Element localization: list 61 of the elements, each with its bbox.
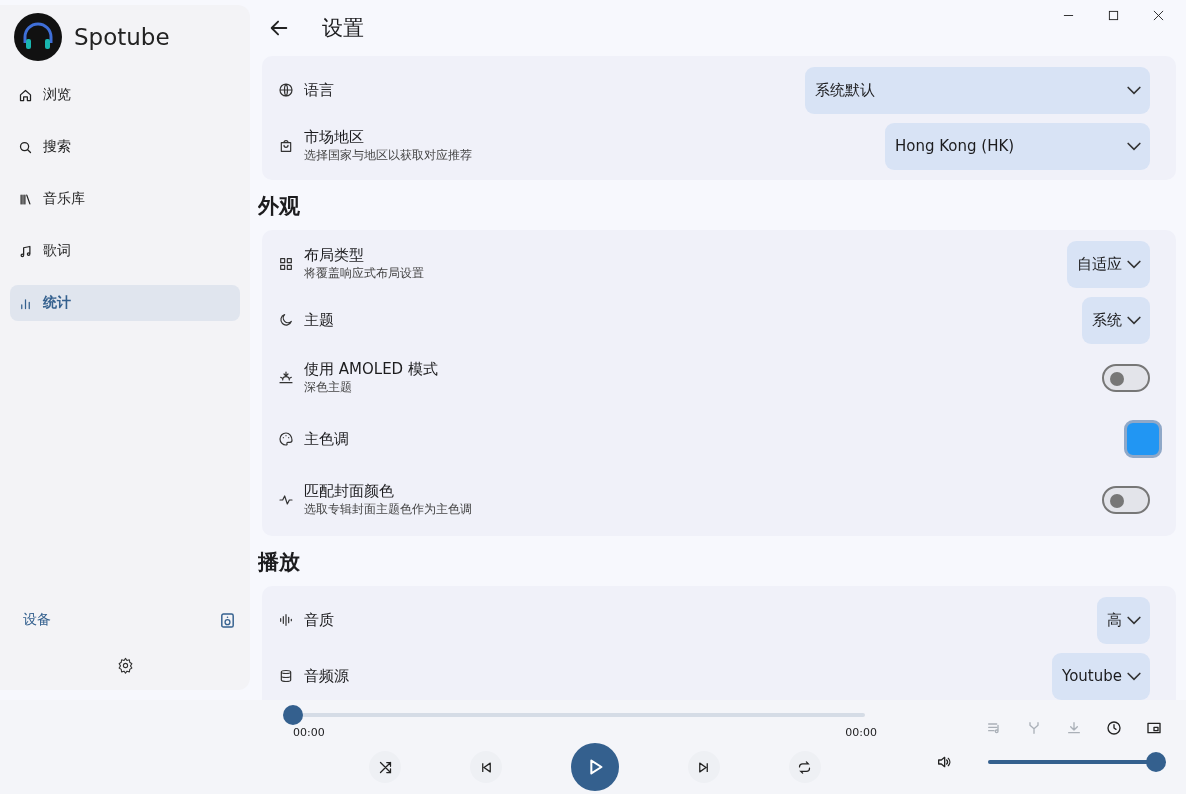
dropdown[interactable]: 系统默认 <box>805 66 1150 114</box>
app-name: Spotube <box>74 24 170 50</box>
setting-label: 音频源 <box>304 666 350 686</box>
play-button[interactable] <box>571 743 619 791</box>
elapsed-time: 00:00 <box>293 726 325 739</box>
setting-description: 选择国家与地区以获取对应推荐 <box>304 147 473 164</box>
dropdown[interactable]: Youtube <box>1052 652 1150 700</box>
palette-icon <box>278 431 294 447</box>
speaker-icon[interactable] <box>221 612 234 628</box>
setting-label: 主色调 <box>304 429 350 449</box>
setting-label: 市场地区 <box>304 128 365 147</box>
sidebar-item[interactable]: 歌词 <box>10 233 240 269</box>
sidebar-item[interactable]: 浏览 <box>10 77 240 113</box>
grid-icon <box>278 256 294 272</box>
logo-icon <box>14 13 62 61</box>
previous-button[interactable] <box>470 751 503 783</box>
setting-label: 音质 <box>304 610 335 630</box>
toggle-switch[interactable] <box>1102 486 1150 514</box>
settings-icon[interactable] <box>116 657 134 674</box>
setting-description: 选取专辑封面主题色作为主色调 <box>304 501 473 518</box>
dropdown[interactable]: 高 <box>1097 596 1150 644</box>
search-icon <box>18 139 33 155</box>
setting-description: 深色主题 <box>304 379 353 396</box>
setting-description: 将覆盖响应式布局设置 <box>304 265 425 282</box>
wave-icon <box>278 612 294 628</box>
setting-label: 语言 <box>304 80 335 100</box>
sunset-icon <box>278 370 294 386</box>
toggle-switch[interactable] <box>1102 364 1150 392</box>
close-icon[interactable] <box>1153 10 1164 21</box>
volume-icon[interactable] <box>936 754 952 770</box>
sidebar-item[interactable]: 统计 <box>10 285 240 321</box>
moon-icon <box>278 312 294 328</box>
section-heading: 外观 <box>258 193 301 220</box>
color-swatch[interactable] <box>1124 420 1162 458</box>
dropdown[interactable]: Hong Kong (HK) <box>885 122 1150 170</box>
page-title: 设置 <box>322 15 364 42</box>
setting-label: 匹配封面颜色 <box>304 482 395 501</box>
globe-icon <box>278 82 294 98</box>
clock-icon[interactable] <box>1106 720 1122 736</box>
repeat-button[interactable] <box>788 751 821 783</box>
setting-label: 主题 <box>304 310 335 330</box>
db-icon <box>278 668 294 684</box>
section-heading: 播放 <box>258 549 301 576</box>
bag-icon <box>278 138 294 154</box>
home-icon <box>18 87 33 103</box>
maximize-icon[interactable] <box>1108 10 1119 21</box>
setting-label: 使用 AMOLED 模式 <box>304 360 439 379</box>
pip-icon[interactable] <box>1146 720 1162 736</box>
total-time: 00:00 <box>845 726 877 739</box>
repeat-icon <box>797 759 813 775</box>
shuffle-icon <box>377 759 393 775</box>
dropdown[interactable]: 自适应 <box>1067 240 1150 288</box>
pulse-icon <box>278 492 294 508</box>
shuffle-button[interactable] <box>369 751 402 783</box>
sidebar-item[interactable]: 搜索 <box>10 129 240 165</box>
devices-link[interactable]: 设备 <box>23 611 51 629</box>
sidebar-item[interactable]: 音乐库 <box>10 181 240 217</box>
dropdown[interactable]: 系统 <box>1082 296 1150 344</box>
next-button[interactable] <box>687 751 720 783</box>
setting-label: 布局类型 <box>304 246 365 265</box>
note-icon <box>18 243 33 259</box>
